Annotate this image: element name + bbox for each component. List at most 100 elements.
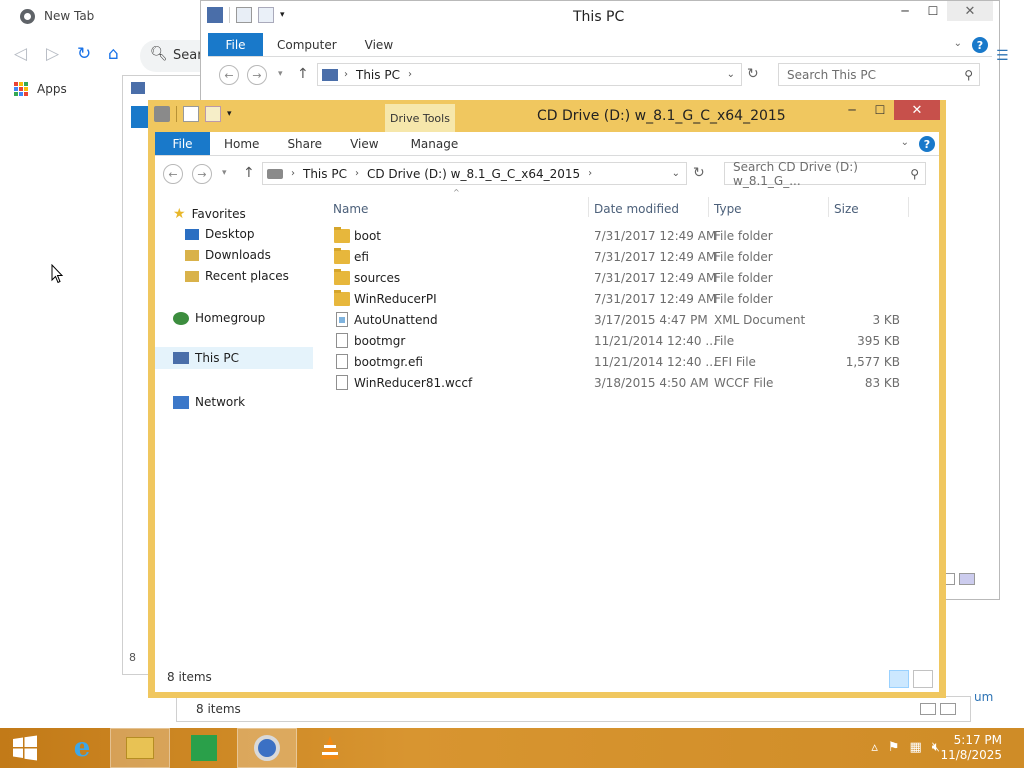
address-bar[interactable]: › This PC › ⌄ (317, 63, 742, 86)
help-icon[interactable]: ? (972, 37, 988, 53)
column-header-name[interactable]: Name (333, 202, 368, 216)
sort-ascending-icon: ^ (453, 188, 460, 197)
show-hidden-icons-icon[interactable]: ▵ (871, 740, 878, 755)
maximize-icon[interactable]: ☐ (866, 100, 894, 120)
large-icons-view-icon[interactable] (959, 573, 975, 585)
forward-icon[interactable]: → (247, 65, 267, 85)
properties-icon[interactable] (183, 106, 199, 122)
nav-recent-places[interactable]: Recent places (185, 269, 289, 283)
file-type: EFI File (714, 355, 756, 369)
back-icon[interactable]: ◁ (14, 44, 27, 64)
column-header-date[interactable]: Date modified (594, 202, 679, 216)
address-bar[interactable]: › This PC › CD Drive (D:) w_8.1_G_C_x64_… (262, 162, 687, 185)
file-row[interactable]: WinReducerPI 7/31/2017 12:49 AM File folde… (330, 289, 930, 310)
tab-manage[interactable]: Manage (397, 132, 473, 155)
recent-locations-icon[interactable]: ▾ (222, 168, 227, 178)
file-row[interactable]: bootmgr.efi 11/21/2014 12:40 ... EFI File 1… (330, 352, 930, 373)
new-folder-icon[interactable] (258, 7, 274, 23)
file-type: File folder (714, 250, 773, 264)
file-row[interactable]: WinReducer81.wccf 3/18/2015 4:50 AM WCCF F… (330, 373, 930, 394)
ribbon-expand-icon[interactable]: ⌄ (954, 38, 962, 49)
taskbar-chrome[interactable] (237, 728, 297, 768)
new-folder-icon[interactable] (205, 106, 221, 122)
network-tray-icon[interactable]: ▦ (910, 740, 922, 755)
address-dropdown-icon[interactable]: ⌄ (672, 168, 680, 179)
search-icon: ⚲ (964, 67, 973, 82)
back-icon[interactable]: ← (219, 65, 239, 85)
ribbon-expand-icon[interactable]: ⌄ (901, 137, 909, 148)
up-icon[interactable]: ↑ (243, 165, 255, 181)
customize-qat-icon[interactable]: ▾ (227, 109, 232, 119)
minimize-icon[interactable]: ─ (891, 1, 919, 21)
chrome-tab[interactable]: New Tab (0, 0, 200, 33)
tab-file[interactable]: File (208, 33, 263, 56)
address-dropdown-icon[interactable]: ⌄ (727, 69, 735, 80)
tab-view[interactable]: View (351, 33, 407, 56)
nav-this-pc[interactable]: This PC (155, 347, 313, 369)
minimize-icon[interactable]: ─ (838, 100, 866, 120)
refresh-icon[interactable]: ↻ (693, 165, 705, 181)
up-icon[interactable]: ↑ (297, 66, 309, 82)
file-row[interactable]: boot 7/31/2017 12:49 AM File folder (330, 226, 930, 247)
file-row[interactable]: AutoUnattend 3/17/2015 4:47 PM XML Documen… (330, 310, 930, 331)
help-icon[interactable]: ? (919, 136, 935, 152)
nav-network[interactable]: Network (173, 395, 245, 409)
properties-icon[interactable] (236, 7, 252, 23)
maximize-icon[interactable]: ☐ (919, 1, 947, 21)
action-center-flag-icon[interactable]: ⚑ (888, 740, 900, 755)
this-pc-titlebar[interactable]: ▾ This PC ─ ☐ ✕ (201, 1, 999, 33)
nav-homegroup-label: Homegroup (195, 311, 266, 325)
nav-recent-label: Recent places (205, 269, 289, 283)
forward-icon[interactable]: ▷ (46, 44, 59, 64)
taskbar-store[interactable] (174, 728, 234, 768)
search-input[interactable]: Search CD Drive (D:) w_8.1_G_... ⚲ (724, 160, 926, 188)
details-view-icon[interactable] (920, 703, 936, 715)
breadcrumb-cd-drive[interactable]: CD Drive (D:) w_8.1_G_C_x64_2015 (367, 167, 580, 181)
nav-homegroup[interactable]: Homegroup (173, 311, 265, 325)
file-name: efi (354, 250, 369, 264)
tab-view[interactable]: View (336, 132, 392, 155)
nav-favorites[interactable]: ★ Favorites (173, 206, 246, 222)
volume-muted-icon[interactable]: 🔇︎ (932, 740, 940, 755)
nav-desktop[interactable]: Desktop (185, 227, 255, 241)
forward-icon[interactable]: → (192, 164, 212, 184)
refresh-icon[interactable]: ↻ (747, 66, 759, 82)
cd-drive-icon (154, 106, 170, 122)
tab-computer[interactable]: Computer (263, 33, 351, 56)
search-input[interactable]: Search This PC ⚲ (778, 63, 980, 86)
file-row[interactable]: sources 7/31/2017 12:49 AM File folder (330, 268, 930, 289)
close-icon[interactable]: ✕ (947, 1, 993, 21)
large-icons-view-icon[interactable] (940, 703, 956, 715)
large-icons-view-icon[interactable] (913, 670, 933, 688)
taskbar-file-explorer[interactable] (110, 728, 170, 768)
reload-icon[interactable]: ↻ (77, 44, 91, 64)
column-header-type[interactable]: Type (714, 202, 742, 216)
background-menu-icon: ☰ (996, 48, 1009, 64)
tab-file[interactable]: File (155, 132, 210, 155)
file-row[interactable]: efi 7/31/2017 12:49 AM File folder (330, 247, 930, 268)
navigation-pane: ★ Favorites Desktop Downloads Recent pla… (155, 192, 325, 672)
file-row[interactable]: bootmgr 11/21/2014 12:40 ... File 395 KB (330, 331, 930, 352)
details-view-icon[interactable] (889, 670, 909, 688)
file-type: WCCF File (714, 376, 774, 390)
breadcrumb-this-pc[interactable]: This PC (356, 68, 400, 82)
start-button[interactable] (0, 728, 50, 768)
customize-qat-icon[interactable]: ▾ (280, 10, 285, 20)
recent-locations-icon[interactable]: ▾ (278, 69, 283, 79)
computer-icon (322, 68, 338, 81)
taskbar-internet-explorer[interactable]: e (52, 728, 112, 768)
column-header-size[interactable]: Size (834, 202, 859, 216)
breadcrumb-this-pc[interactable]: This PC (303, 167, 347, 181)
file-name: WinReducerPI (354, 292, 437, 306)
file-type: File folder (714, 292, 773, 306)
cd-drive-titlebar[interactable]: ▾ Drive Tools CD Drive (D:) w_8.1_G_C_x6… (148, 100, 946, 132)
clock[interactable]: 5:17 PM 11/8/2025 (940, 733, 1002, 763)
taskbar-vlc[interactable] (300, 728, 360, 768)
back-icon[interactable]: ← (163, 164, 183, 184)
close-icon[interactable]: ✕ (894, 100, 940, 120)
apps-shortcut[interactable]: Apps (14, 82, 67, 96)
tab-share[interactable]: Share (273, 132, 336, 155)
home-icon[interactable]: ⌂ (108, 44, 119, 64)
tab-home[interactable]: Home (210, 132, 273, 155)
nav-downloads[interactable]: Downloads (185, 248, 271, 262)
